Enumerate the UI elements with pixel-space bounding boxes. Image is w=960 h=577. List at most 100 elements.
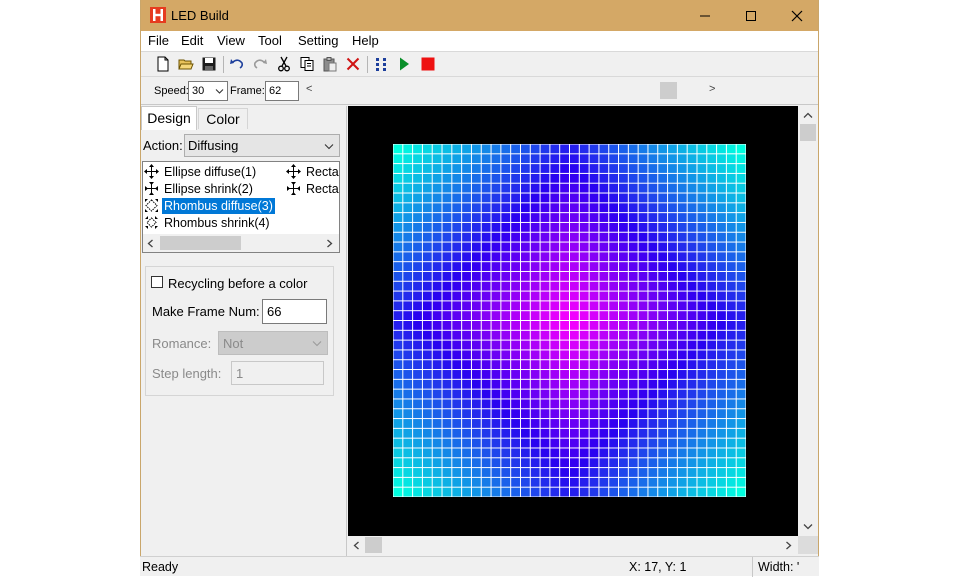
led-cell[interactable] [589,242,599,252]
led-cell[interactable] [707,173,717,183]
led-cell[interactable] [717,281,726,291]
chevron-up-icon[interactable] [803,112,813,119]
led-cell[interactable] [530,252,540,262]
led-cell[interactable] [668,173,677,183]
led-cell[interactable] [736,468,746,477]
led-cell[interactable] [619,438,628,448]
led-cell[interactable] [491,428,501,438]
led-cell[interactable] [579,370,589,379]
led-cell[interactable] [707,340,717,350]
led-cell[interactable] [579,173,589,183]
led-cell[interactable] [432,448,442,458]
led-cell[interactable] [579,321,589,330]
led-cell[interactable] [609,193,619,203]
led-cell[interactable] [717,242,726,252]
led-cell[interactable] [717,311,726,320]
led-cell[interactable] [550,291,560,301]
led-cell[interactable] [687,222,697,232]
led-cell[interactable] [736,222,746,232]
led-cell[interactable] [481,222,491,232]
led-cell[interactable] [589,154,599,164]
led-cell[interactable] [717,350,726,360]
led-cell[interactable] [540,428,550,438]
led-cell[interactable] [540,154,550,164]
led-cell[interactable] [619,252,628,262]
led-cell[interactable] [638,409,648,419]
led-cell[interactable] [403,428,413,438]
led-cell[interactable] [579,222,589,232]
led-cell[interactable] [707,252,717,262]
led-cell[interactable] [687,409,697,419]
led-cell[interactable] [530,213,540,222]
led-cell[interactable] [501,448,511,458]
led-cell[interactable] [413,448,422,458]
led-cell[interactable] [697,144,707,154]
led-cell[interactable] [717,271,726,281]
led-cell[interactable] [491,271,501,281]
led-cell[interactable] [560,448,569,458]
led-cell[interactable] [726,301,736,311]
led-cell[interactable] [442,477,452,487]
led-cell[interactable] [579,252,589,262]
led-cell[interactable] [628,360,638,370]
led-cell[interactable] [697,173,707,183]
paste-icon[interactable] [322,56,338,72]
led-cell[interactable] [393,311,403,320]
led-cell[interactable] [628,203,638,213]
led-cell[interactable] [393,144,403,154]
led-cell[interactable] [471,379,481,389]
led-cell[interactable] [471,173,481,183]
led-cell[interactable] [442,252,452,262]
led-cell[interactable] [481,379,491,389]
minimize-button[interactable] [682,0,728,31]
led-cell[interactable] [471,271,481,281]
led-cell[interactable] [658,262,668,271]
led-cell[interactable] [530,340,540,350]
led-cell[interactable] [442,468,452,477]
led-cell[interactable] [452,389,462,399]
led-cell[interactable] [422,164,432,173]
led-cell[interactable] [648,183,658,193]
led-cell[interactable] [570,213,579,222]
led-cell[interactable] [668,213,677,222]
led-cell[interactable] [697,477,707,487]
led-cell[interactable] [658,340,668,350]
led-cell[interactable] [471,222,481,232]
led-cell[interactable] [393,281,403,291]
led-cell[interactable] [462,252,471,262]
led-cell[interactable] [403,193,413,203]
led-cell[interactable] [697,448,707,458]
led-cell[interactable] [471,232,481,242]
led-cell[interactable] [452,281,462,291]
led-cell[interactable] [432,311,442,320]
led-cell[interactable] [707,389,717,399]
led-cell[interactable] [393,301,403,311]
led-cell[interactable] [442,203,452,213]
led-cell[interactable] [609,448,619,458]
led-cell[interactable] [422,350,432,360]
led-cell[interactable] [589,379,599,389]
led-cell[interactable] [413,222,422,232]
led-cell[interactable] [736,193,746,203]
led-cell[interactable] [560,262,569,271]
led-cell[interactable] [422,419,432,428]
led-cell[interactable] [717,262,726,271]
led-cell[interactable] [413,242,422,252]
led-cell[interactable] [530,222,540,232]
led-cell[interactable] [599,340,609,350]
led-cell[interactable] [432,183,442,193]
led-cell[interactable] [520,419,530,428]
led-cell[interactable] [422,262,432,271]
led-cell[interactable] [550,183,560,193]
led-cell[interactable] [491,350,501,360]
led-cell[interactable] [736,487,746,497]
led-cell[interactable] [697,164,707,173]
led-cell[interactable] [658,321,668,330]
led-cell[interactable] [481,399,491,409]
led-cell[interactable] [697,487,707,497]
led-cell[interactable] [540,164,550,173]
led-cell[interactable] [560,468,569,477]
led-cell[interactable] [471,213,481,222]
led-cell[interactable] [648,222,658,232]
led-cell[interactable] [726,213,736,222]
